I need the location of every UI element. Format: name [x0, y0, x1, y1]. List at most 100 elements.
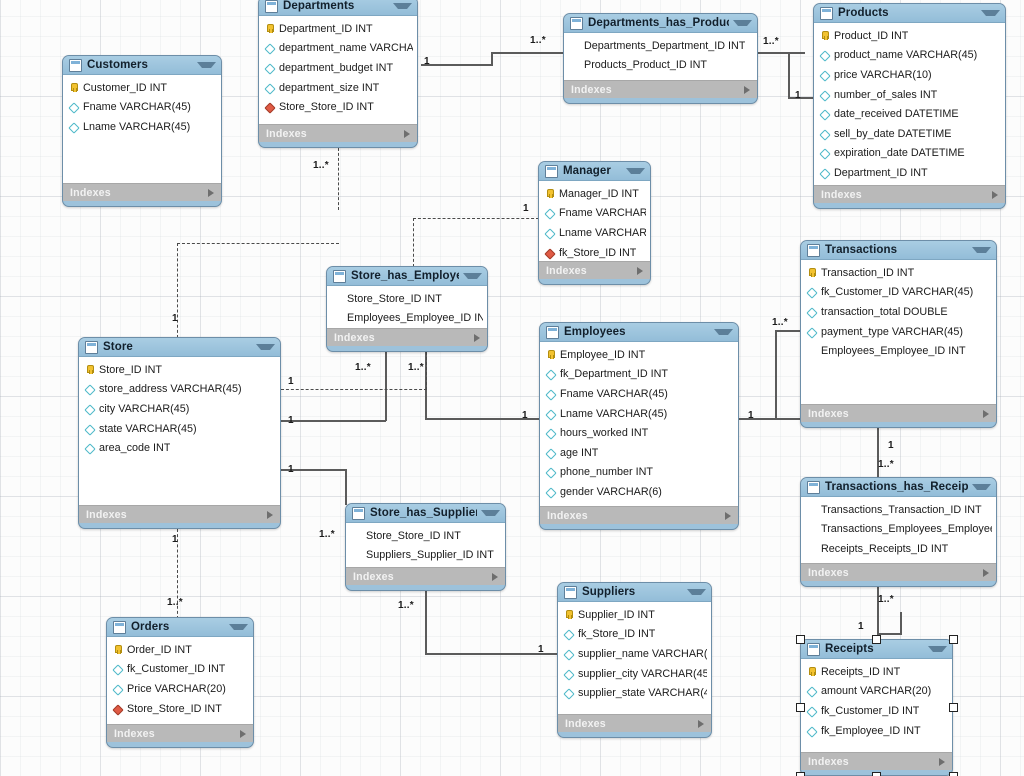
relationship-line-dashed[interactable]: [177, 243, 339, 244]
column-row[interactable]: area_code INT: [79, 438, 280, 458]
column-row[interactable]: Fname VARCHAR(45): [540, 384, 738, 404]
chevron-right-icon[interactable]: [492, 572, 498, 581]
chevron-down-icon[interactable]: [481, 510, 500, 516]
column-row[interactable]: date_received DATETIME: [814, 104, 1005, 124]
relationship-line-dashed[interactable]: [413, 218, 539, 219]
entity-table-manager[interactable]: Manager Manager_ID INT Fname VARCHAR(30) Ln…: [538, 161, 651, 285]
column-row[interactable]: Transaction_ID INT: [801, 263, 996, 283]
entity-table-store_has_employers[interactable]: Store_has_Employers Store_Store_ID INT Emp…: [326, 266, 488, 352]
column-row[interactable]: Manager_ID INT: [539, 184, 650, 204]
column-row[interactable]: phone_number INT: [540, 463, 738, 483]
column-row[interactable]: age INT: [540, 443, 738, 463]
column-row[interactable]: Fname VARCHAR(45): [63, 98, 221, 118]
column-row[interactable]: price VARCHAR(10): [814, 65, 1005, 85]
relationship-line-dashed[interactable]: [413, 218, 414, 267]
chevron-right-icon[interactable]: [208, 188, 214, 197]
column-row[interactable]: Departments_Department_ID INT: [564, 36, 757, 56]
column-row[interactable]: Lname VARCHAR(45): [539, 223, 650, 243]
indexes-section[interactable]: Indexes: [540, 506, 738, 524]
column-row[interactable]: fk_Employee_ID INT: [801, 721, 952, 741]
column-row[interactable]: Fname VARCHAR(30): [539, 204, 650, 224]
entity-table-customers[interactable]: Customers Customer_ID INT Fname VARCHAR(45…: [62, 55, 222, 207]
column-row[interactable]: Lname VARCHAR(45): [540, 404, 738, 424]
column-row[interactable]: Employee_ID INT: [540, 345, 738, 365]
entity-table-store[interactable]: Store Store_ID INT store_address VARCHAR(4…: [78, 337, 281, 529]
table-header[interactable]: Manager: [539, 162, 650, 181]
column-row[interactable]: Receipts_ID INT: [801, 662, 952, 682]
indexes-section[interactable]: Indexes: [564, 80, 757, 98]
chevron-down-icon[interactable]: [197, 62, 216, 68]
column-row[interactable]: fk_Store_ID INT: [539, 243, 650, 263]
entity-table-orders[interactable]: Orders Order_ID INT fk_Customer_ID INT Pric…: [106, 617, 254, 748]
resize-handle-se[interactable]: [948, 771, 958, 776]
indexes-section[interactable]: Indexes: [539, 261, 650, 279]
column-row[interactable]: Receipts_Receipts_ID INT: [801, 539, 996, 559]
relationship-line-solid[interactable]: [281, 420, 386, 422]
column-row[interactable]: Employees_Employee_ID INT: [327, 309, 487, 329]
column-row[interactable]: fk_Customer_ID INT: [801, 701, 952, 721]
relationship-line-solid[interactable]: [421, 64, 493, 66]
entity-table-departments_has_products[interactable]: Departments_has_Products Departments_Depa…: [563, 13, 758, 104]
chevron-down-icon[interactable]: [393, 3, 412, 9]
chevron-down-icon[interactable]: [972, 247, 991, 253]
indexes-section[interactable]: Indexes: [327, 328, 487, 346]
table-header[interactable]: Products: [814, 4, 1005, 23]
column-row[interactable]: Department_ID INT: [814, 163, 1005, 183]
relationship-line-solid[interactable]: [775, 330, 777, 419]
resize-handle-n[interactable]: [872, 634, 881, 644]
er-diagram-canvas[interactable]: 1..* 1 1..* 1 1..* 1 1 1..* 1..* 1 1 1 1 1..* 1 1..* 1 1.…: [0, 0, 1024, 776]
column-row[interactable]: Price VARCHAR(20): [107, 679, 253, 699]
table-header[interactable]: Employees: [540, 323, 738, 342]
column-row[interactable]: fk_Store_ID INT: [558, 625, 711, 645]
chevron-down-icon[interactable]: [981, 10, 1000, 16]
column-row[interactable]: payment_type VARCHAR(45): [801, 322, 996, 342]
entity-table-products[interactable]: Products Product_ID INT product_name VARCH…: [813, 3, 1006, 209]
column-row[interactable]: Product_ID INT: [814, 26, 1005, 46]
chevron-right-icon[interactable]: [725, 511, 731, 520]
table-header[interactable]: Customers: [63, 56, 221, 75]
column-row[interactable]: department_name VARCHAR(...: [259, 39, 417, 59]
resize-handle-e[interactable]: [948, 703, 958, 712]
table-header[interactable]: Departments: [259, 0, 417, 16]
chevron-right-icon[interactable]: [939, 757, 945, 766]
column-row[interactable]: Products_Product_ID INT: [564, 56, 757, 76]
relationship-line-solid[interactable]: [757, 52, 805, 54]
column-row[interactable]: supplier_state VARCHAR(45): [558, 683, 711, 703]
entity-table-transactions_has_receipts[interactable]: Transactions_has_Receipts Transactions_Tr…: [800, 477, 997, 587]
entity-table-employees[interactable]: Employees Employee_ID INT fk_Department_ID…: [539, 322, 739, 530]
relationship-line-dashed[interactable]: [281, 389, 427, 390]
column-row[interactable]: Store_Store_ID INT: [259, 97, 417, 117]
table-header[interactable]: Store_has_Employers: [327, 267, 487, 286]
column-row[interactable]: store_address VARCHAR(45): [79, 380, 280, 400]
resize-handle-nw[interactable]: [795, 634, 805, 644]
chevron-down-icon[interactable]: [229, 624, 248, 630]
column-row[interactable]: fk_Customer_ID INT: [107, 660, 253, 680]
entity-table-store_has_suppliers[interactable]: Store_has_Suppliers Store_Store_ID INT Sup…: [345, 503, 506, 591]
column-row[interactable]: Store_ID INT: [79, 360, 280, 380]
chevron-down-icon[interactable]: [626, 168, 645, 174]
resize-handle-sw[interactable]: [795, 771, 805, 776]
chevron-right-icon[interactable]: [240, 729, 246, 738]
indexes-section[interactable]: Indexes: [259, 124, 417, 142]
column-row[interactable]: sell_by_date DATETIME: [814, 124, 1005, 144]
column-row[interactable]: Store_Store_ID INT: [346, 526, 505, 546]
column-row[interactable]: gender VARCHAR(6): [540, 482, 738, 502]
chevron-down-icon[interactable]: [687, 589, 706, 595]
table-header[interactable]: Store_has_Suppliers: [346, 504, 505, 523]
indexes-section[interactable]: Indexes: [79, 505, 280, 523]
column-row[interactable]: product_name VARCHAR(45): [814, 46, 1005, 66]
indexes-section[interactable]: Indexes: [346, 567, 505, 585]
column-row[interactable]: Lname VARCHAR(45): [63, 117, 221, 137]
relationship-line-solid[interactable]: [900, 612, 902, 635]
relationship-line-dashed[interactable]: [338, 209, 339, 210]
chevron-down-icon[interactable]: [972, 484, 991, 490]
resize-handle-ne[interactable]: [948, 634, 958, 644]
column-row[interactable]: number_of_sales INT: [814, 85, 1005, 105]
chevron-down-icon[interactable]: [733, 20, 752, 26]
resize-handle-w[interactable]: [795, 703, 805, 712]
column-row[interactable]: Transactions_Employees_Employee_ID INT: [801, 520, 996, 540]
chevron-right-icon[interactable]: [404, 129, 410, 138]
column-row[interactable]: hours_worked INT: [540, 423, 738, 443]
table-header[interactable]: Store: [79, 338, 280, 357]
indexes-section[interactable]: Indexes: [801, 752, 952, 770]
